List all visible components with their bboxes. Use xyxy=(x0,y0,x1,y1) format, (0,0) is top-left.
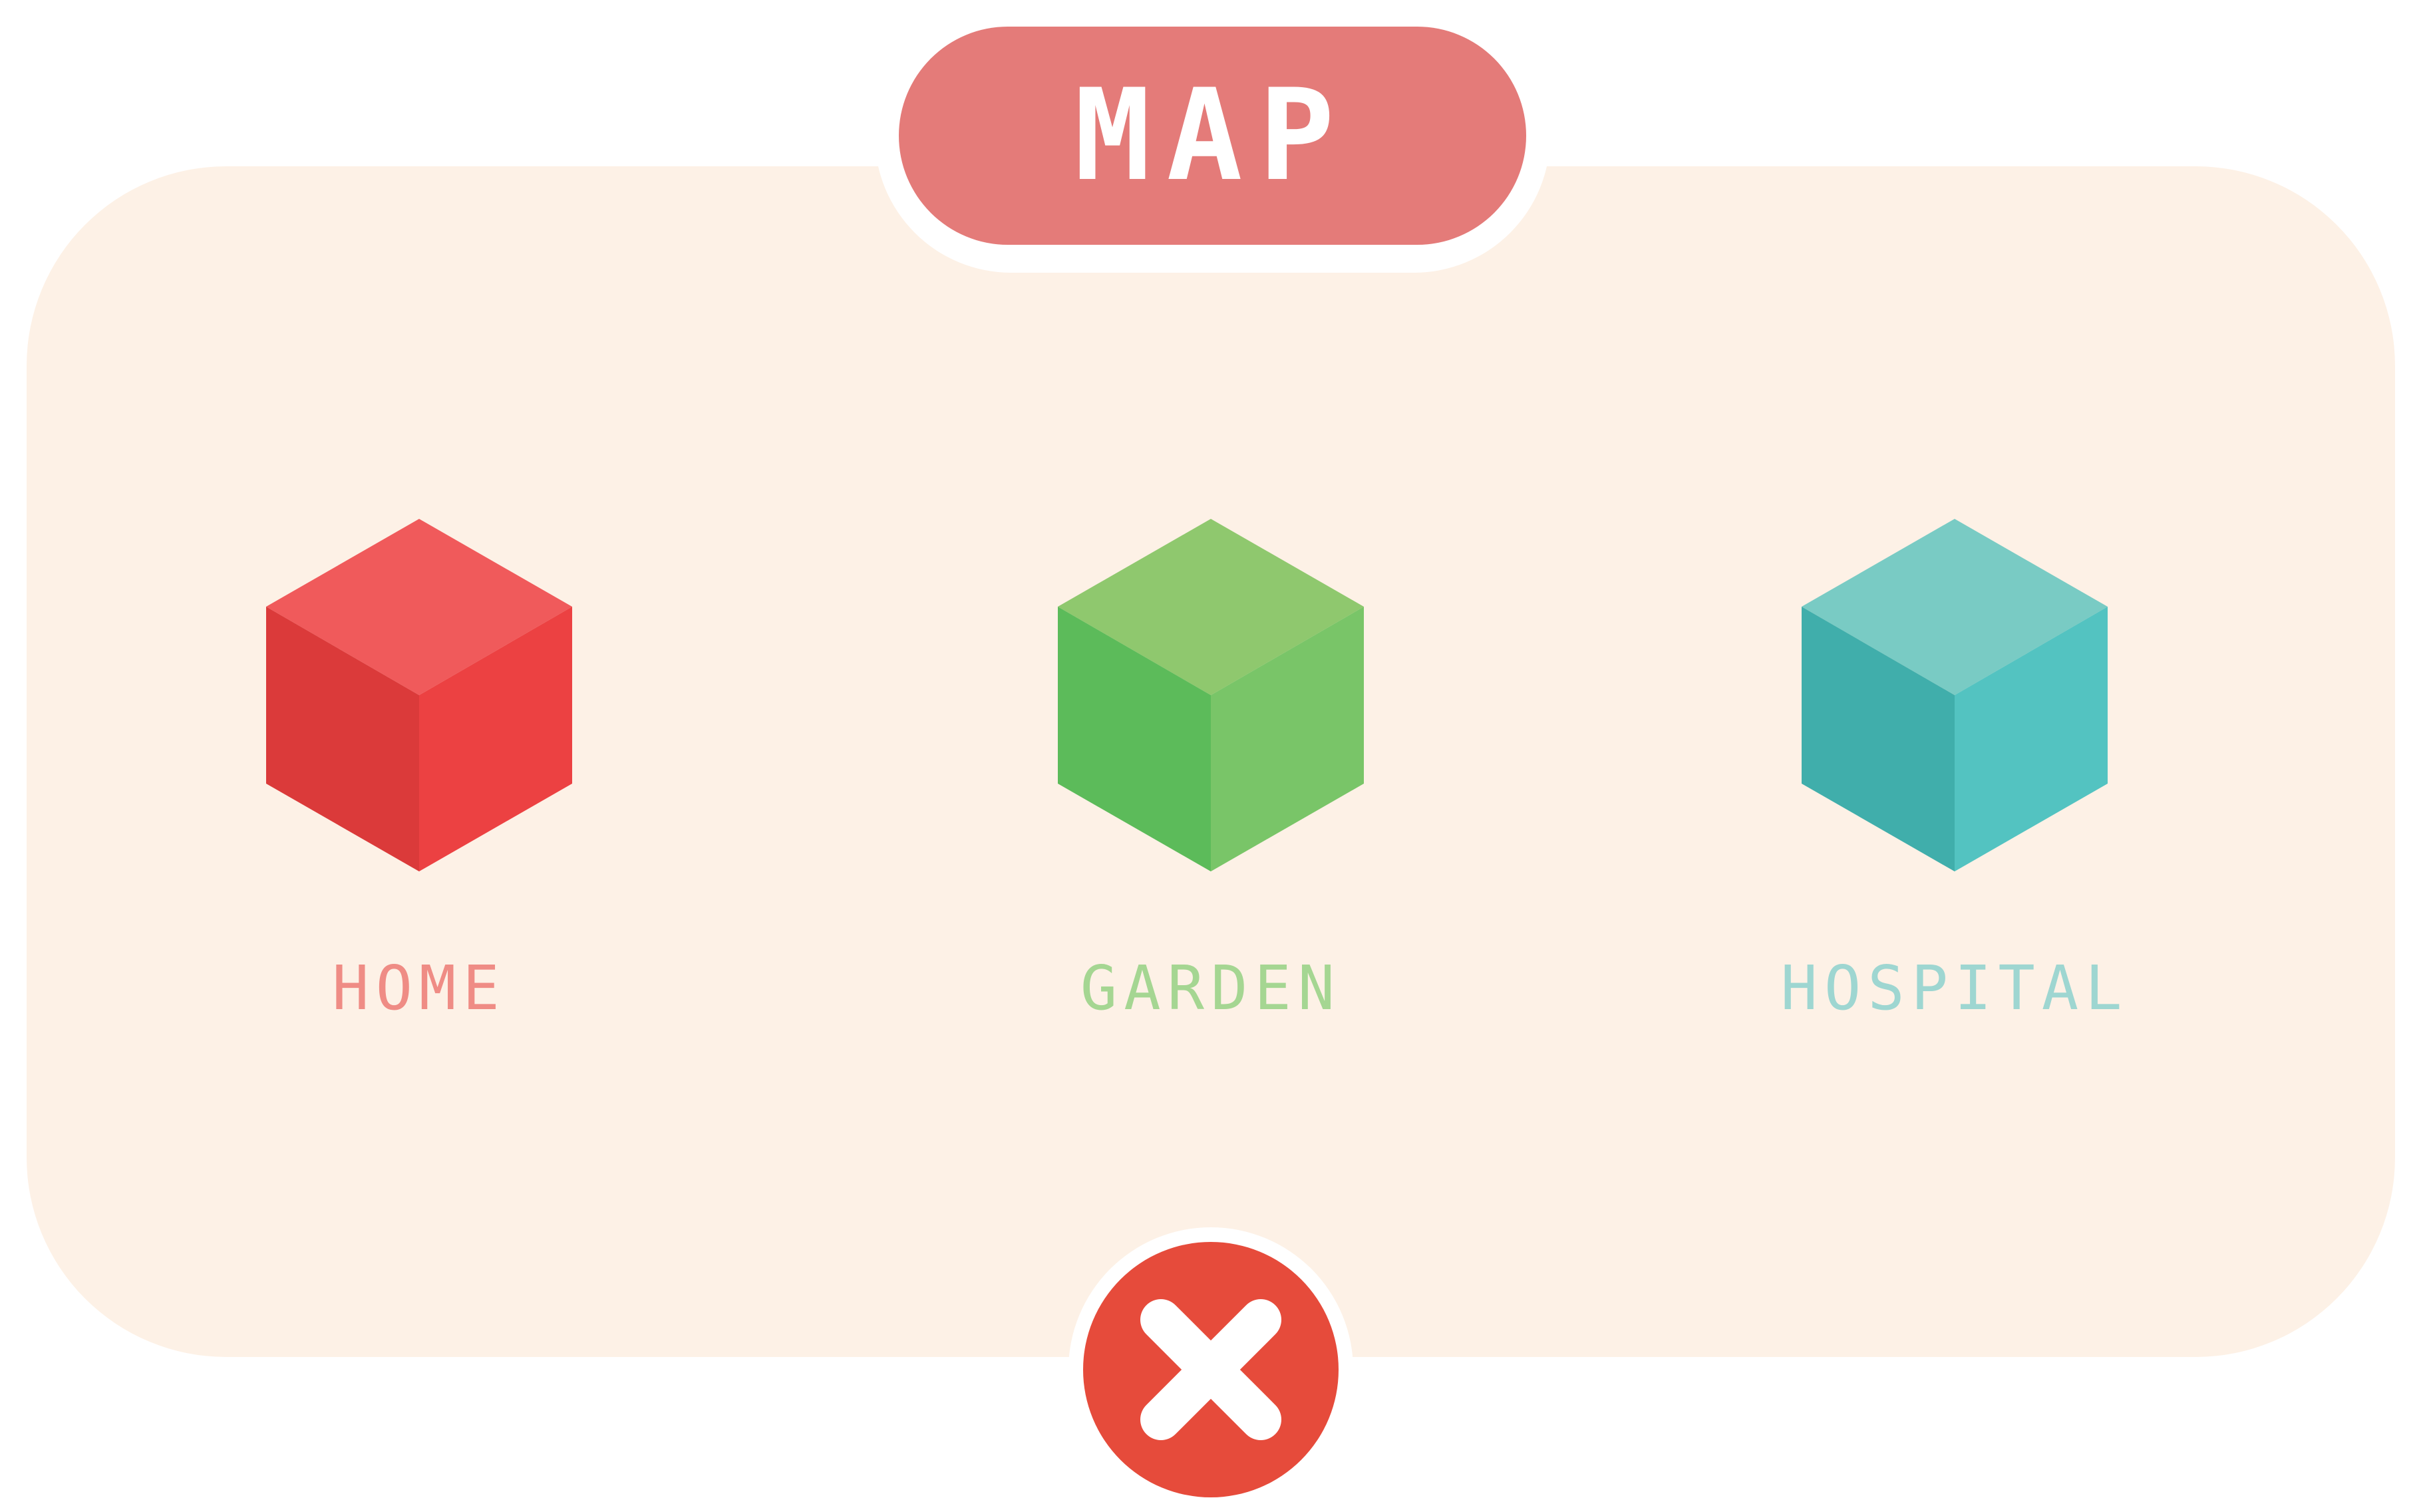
location-label-home: HOME xyxy=(332,953,506,1024)
map-title: MAP xyxy=(1074,62,1351,209)
close-icon xyxy=(1140,1299,1281,1440)
close-button-ring xyxy=(1068,1227,1353,1512)
location-label-hospital: HOSPITAL xyxy=(1780,953,2129,1024)
green-cube-icon xyxy=(1058,519,1364,871)
teal-cube-icon xyxy=(1802,519,2108,871)
location-hospital[interactable]: HOSPITAL xyxy=(1768,519,2141,1019)
close-button[interactable] xyxy=(1083,1242,1339,1497)
location-garden[interactable]: GARDEN xyxy=(1025,519,1397,1019)
location-label-garden: GARDEN xyxy=(1080,953,1342,1024)
location-home[interactable]: HOME xyxy=(233,519,605,1019)
title-banner: MAP xyxy=(875,0,1550,273)
red-cube-icon xyxy=(266,519,572,871)
title-pill: MAP xyxy=(899,27,1526,245)
